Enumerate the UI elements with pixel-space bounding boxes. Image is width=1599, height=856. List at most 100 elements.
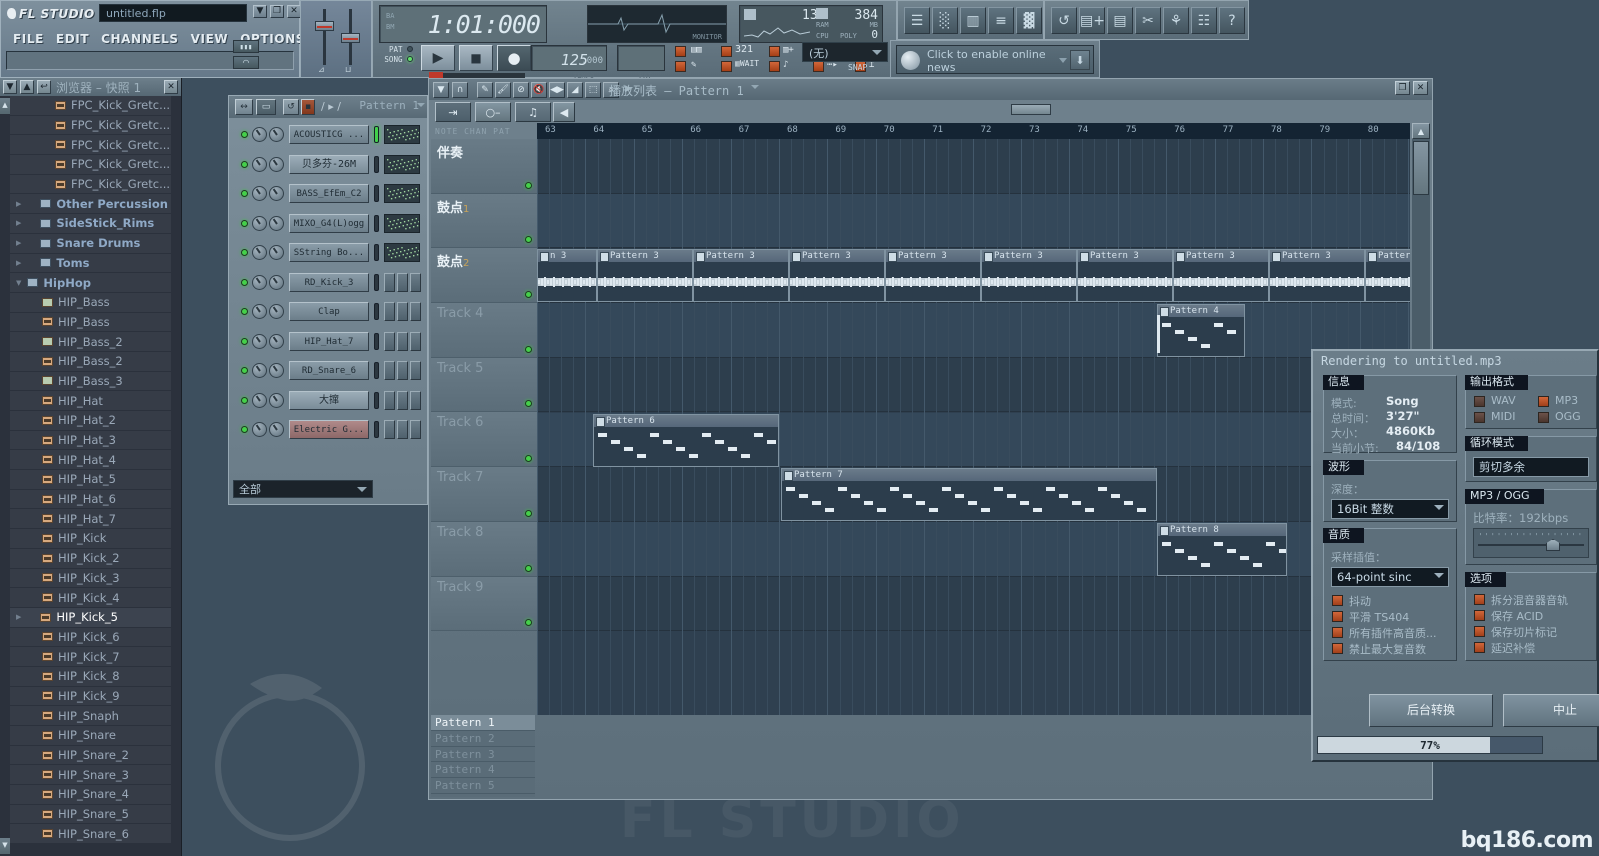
playlist-track-header[interactable]: 鼓点1: [431, 193, 537, 249]
playlist-ruler[interactable]: 63646566676869707172737475767778798081: [537, 123, 1410, 139]
step-grid[interactable]: [384, 420, 421, 440]
snap-combo[interactable]: (无): [802, 42, 888, 62]
channel-pan-knob[interactable]: [252, 333, 267, 349]
browser-item[interactable]: HIP_Snare_3: [10, 765, 171, 786]
playlist-track-header[interactable]: Track 8: [431, 521, 537, 577]
browser-item[interactable]: HIP_Snare_4: [10, 785, 171, 805]
project-filename[interactable]: untitled.flp: [99, 4, 247, 22]
channel-pan-knob[interactable]: [252, 127, 267, 143]
channel-mute-led[interactable]: [241, 367, 248, 375]
channel-filter-combo[interactable]: 全部: [233, 480, 373, 498]
browser-item[interactable]: ▶ SideStick_Rims: [10, 214, 171, 234]
news-inner-panel[interactable]: Click to enable online news ⬇: [896, 45, 1094, 74]
channel-volume-knob[interactable]: [269, 215, 284, 231]
ogg-checkbox[interactable]: [1538, 412, 1549, 423]
channel-pan-knob[interactable]: [252, 215, 267, 231]
step-button[interactable]: [410, 361, 421, 381]
playlist-clip[interactable]: Pattern 3: [693, 249, 789, 303]
track-name-label[interactable]: 鼓点2: [437, 251, 469, 270]
rack-resize-icon[interactable]: ↔: [235, 99, 253, 115]
track-name-label[interactable]: 鼓点1: [437, 197, 469, 216]
browser-item[interactable]: HIP_Kick_4: [10, 588, 171, 608]
playlist-clip[interactable]: n 3: [537, 249, 597, 303]
pattern-list-item[interactable]: Pattern 1: [431, 715, 535, 731]
channel-pan-knob[interactable]: [252, 422, 267, 438]
browser-item[interactable]: HIP_Kick_9: [10, 686, 171, 707]
channel-volume-knob[interactable]: [269, 304, 284, 320]
slice-icon[interactable]: ◢: [567, 82, 583, 98]
track-enable-led[interactable]: [525, 400, 532, 408]
channel-row[interactable]: Clap: [233, 297, 423, 327]
chevron-right-icon[interactable]: ▶: [16, 219, 21, 227]
browser-item[interactable]: HIP_Bass: [10, 312, 171, 333]
playlist-track-header[interactable]: Track 7: [431, 467, 537, 522]
browser-item[interactable]: HIP_Hat_4: [10, 450, 171, 471]
pattern-list-item[interactable]: Pattern 4: [431, 762, 535, 779]
browser-item[interactable]: ▶ Snare Drums: [10, 233, 171, 254]
channel-volume-knob[interactable]: [269, 245, 284, 261]
playlist-clip[interactable]: Pattern 3: [1365, 249, 1410, 303]
channel-selector[interactable]: [374, 155, 379, 173]
browser-item[interactable]: HIP_Hat_6: [10, 489, 171, 510]
track-name-label[interactable]: Track 8: [437, 525, 483, 540]
time-display-lcd[interactable]: BA BM 1:01:000: [379, 5, 547, 43]
channel-graph-preview[interactable]: [384, 125, 420, 145]
step-grid[interactable]: [384, 390, 421, 410]
browser-item[interactable]: FPC_Kick_Gretc...: [10, 174, 171, 195]
track-name-label[interactable]: Track 7: [437, 470, 483, 485]
maximize-button[interactable]: ❐: [270, 5, 284, 18]
vertical-scroll-thumb[interactable]: [1413, 141, 1429, 195]
save-slice-markers-checkbox[interactable]: [1474, 626, 1485, 637]
playlist-grid[interactable]: 63646566676869707172737475767778798081 n…: [537, 123, 1410, 715]
pattern-list-item[interactable]: Pattern 5: [431, 778, 535, 794]
channel-name-button[interactable]: BASS_EfEm_C2: [289, 184, 369, 204]
channel-mute-led[interactable]: [241, 337, 248, 345]
channel-name-button[interactable]: MIXO_G4(L)ogg: [289, 213, 369, 233]
browser-item[interactable]: HIP_Snare_2: [10, 745, 171, 766]
channel-mute-led[interactable]: [241, 190, 248, 198]
track-enable-led[interactable]: [525, 455, 532, 463]
channel-name-button[interactable]: ACOUSTICG ...: [289, 125, 369, 145]
play-button[interactable]: ▶: [421, 45, 455, 71]
channel-volume-knob[interactable]: [269, 274, 284, 290]
browser-item[interactable]: HIP_Kick_8: [10, 666, 171, 687]
channel-selector[interactable]: [374, 185, 379, 203]
wav-checkbox[interactable]: [1474, 396, 1485, 407]
notes-icon[interactable]: ☷: [1191, 7, 1217, 34]
browser-item[interactable]: HIP_Hat: [10, 391, 171, 411]
browser-scroll-down-button[interactable]: ▼: [0, 838, 10, 854]
abort-render-button[interactable]: 中止: [1503, 694, 1599, 727]
browser-item[interactable]: HIP_Bass_3: [10, 371, 171, 392]
record-button[interactable]: ●: [497, 45, 531, 71]
step-button[interactable]: [384, 390, 395, 410]
channel-selector[interactable]: [374, 421, 379, 439]
channel-row[interactable]: ACOUSTICG ...: [233, 120, 423, 150]
menu-edit[interactable]: EDIT: [50, 31, 95, 47]
pattern-number-display[interactable]: [617, 45, 665, 71]
tempo-display[interactable]: 125 .000: [531, 45, 607, 71]
undo-icon[interactable]: ↺: [1051, 7, 1077, 34]
browser-item[interactable]: HIP_Kick_2: [10, 548, 171, 569]
channel-selector[interactable]: [374, 332, 379, 350]
playlist-track-header[interactable]: Track 5: [431, 357, 537, 413]
menu-file[interactable]: FILE: [7, 31, 50, 47]
channel-mute-led[interactable]: [241, 160, 248, 168]
track-name-label[interactable]: Track 5: [437, 361, 483, 376]
channel-mute-led[interactable]: [241, 396, 248, 404]
ts404-checkbox[interactable]: [1332, 611, 1343, 622]
channel-name-button[interactable]: HIP_Hat_7: [289, 331, 369, 351]
disable-maxpoly-checkbox[interactable]: [1332, 643, 1343, 654]
window-menu-button[interactable]: ▼: [253, 5, 267, 18]
scroll-left-button[interactable]: ◀: [553, 102, 575, 122]
channel-selector[interactable]: [374, 126, 379, 144]
step-button[interactable]: [384, 331, 395, 351]
browser-item[interactable]: FPC_Kick_Gretc...: [10, 115, 171, 136]
playlist-menu-icon[interactable]: ▼: [433, 82, 449, 98]
cpu-ram-display[interactable]: 13 384 RAM MB CPU POLY 0: [739, 5, 883, 43]
channel-selector[interactable]: [374, 273, 379, 291]
channel-row[interactable]: 贝多芬-26M: [233, 150, 423, 180]
channel-pan-knob[interactable]: [252, 304, 267, 320]
step-button[interactable]: [397, 361, 408, 381]
loop-mode-combo[interactable]: 剪切多余: [1473, 457, 1589, 477]
browser-item[interactable]: FPC_Kick_Gretc...: [10, 96, 171, 116]
